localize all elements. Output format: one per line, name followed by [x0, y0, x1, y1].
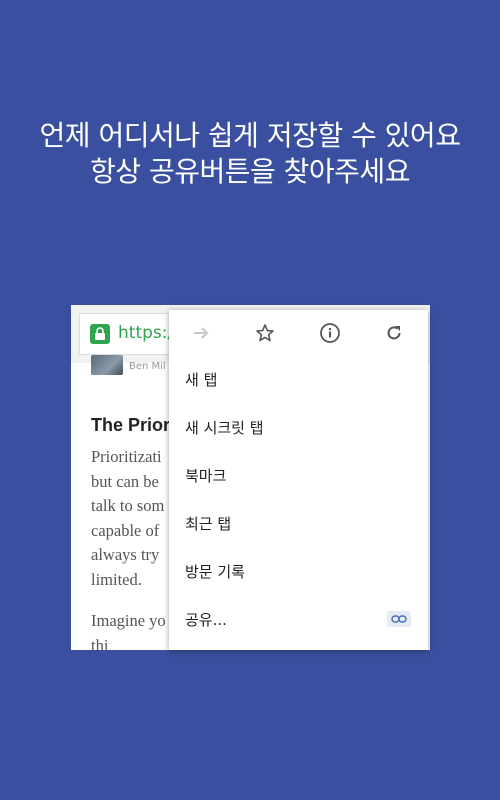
article-line: Prioritizati — [91, 447, 162, 466]
menu-item-recent-tabs[interactable]: 최근 탭 — [185, 504, 415, 544]
reload-icon[interactable] — [381, 320, 407, 346]
headline-line-1: 언제 어디서나 쉽게 저장할 수 있어요 — [39, 119, 461, 152]
author-name: Ben Mil — [129, 361, 166, 372]
author-avatar — [91, 355, 123, 375]
article-line: thi — [91, 635, 109, 651]
menu-item-bookmarks[interactable]: 북마크 — [185, 456, 415, 496]
promo-headline: 언제 어디서나 쉽게 저장할 수 있어요 항상 공유버튼을 찾아주세요 — [0, 118, 500, 190]
address-bar[interactable]: https:/ — [79, 313, 181, 355]
article-body: Prioritizati but can be talk to som capa… — [91, 445, 181, 650]
article-line: but can be — [91, 471, 159, 491]
article-line: Imagine yo — [91, 611, 166, 630]
article-title: The Prior — [91, 415, 171, 435]
info-icon[interactable] — [317, 320, 343, 346]
menu-item-new-incognito-tab[interactable]: 새 시크릿 탭 — [185, 408, 415, 448]
star-icon[interactable] — [252, 320, 278, 346]
browser-overflow-menu: 새 탭 새 시크릿 탭 북마크 최근 탭 방문 기록 공유... — [169, 310, 428, 650]
article-line: always try — [91, 545, 160, 564]
article-line: capable of — [91, 520, 160, 540]
article-line: limited. — [91, 569, 142, 589]
headline-line-2: 항상 공유버튼을 찾아주세요 — [90, 155, 410, 188]
lock-icon — [90, 324, 110, 344]
menu-item-history[interactable]: 방문 기록 — [185, 552, 415, 592]
forward-icon[interactable] — [188, 320, 214, 346]
article-line: talk to som — [91, 496, 165, 515]
url-text: https:/ — [118, 323, 174, 343]
link-icon — [387, 611, 411, 627]
menu-icon-row — [169, 310, 428, 356]
menu-item-new-tab[interactable]: 새 탭 — [185, 360, 415, 400]
menu-item-share[interactable]: 공유... — [185, 600, 415, 640]
